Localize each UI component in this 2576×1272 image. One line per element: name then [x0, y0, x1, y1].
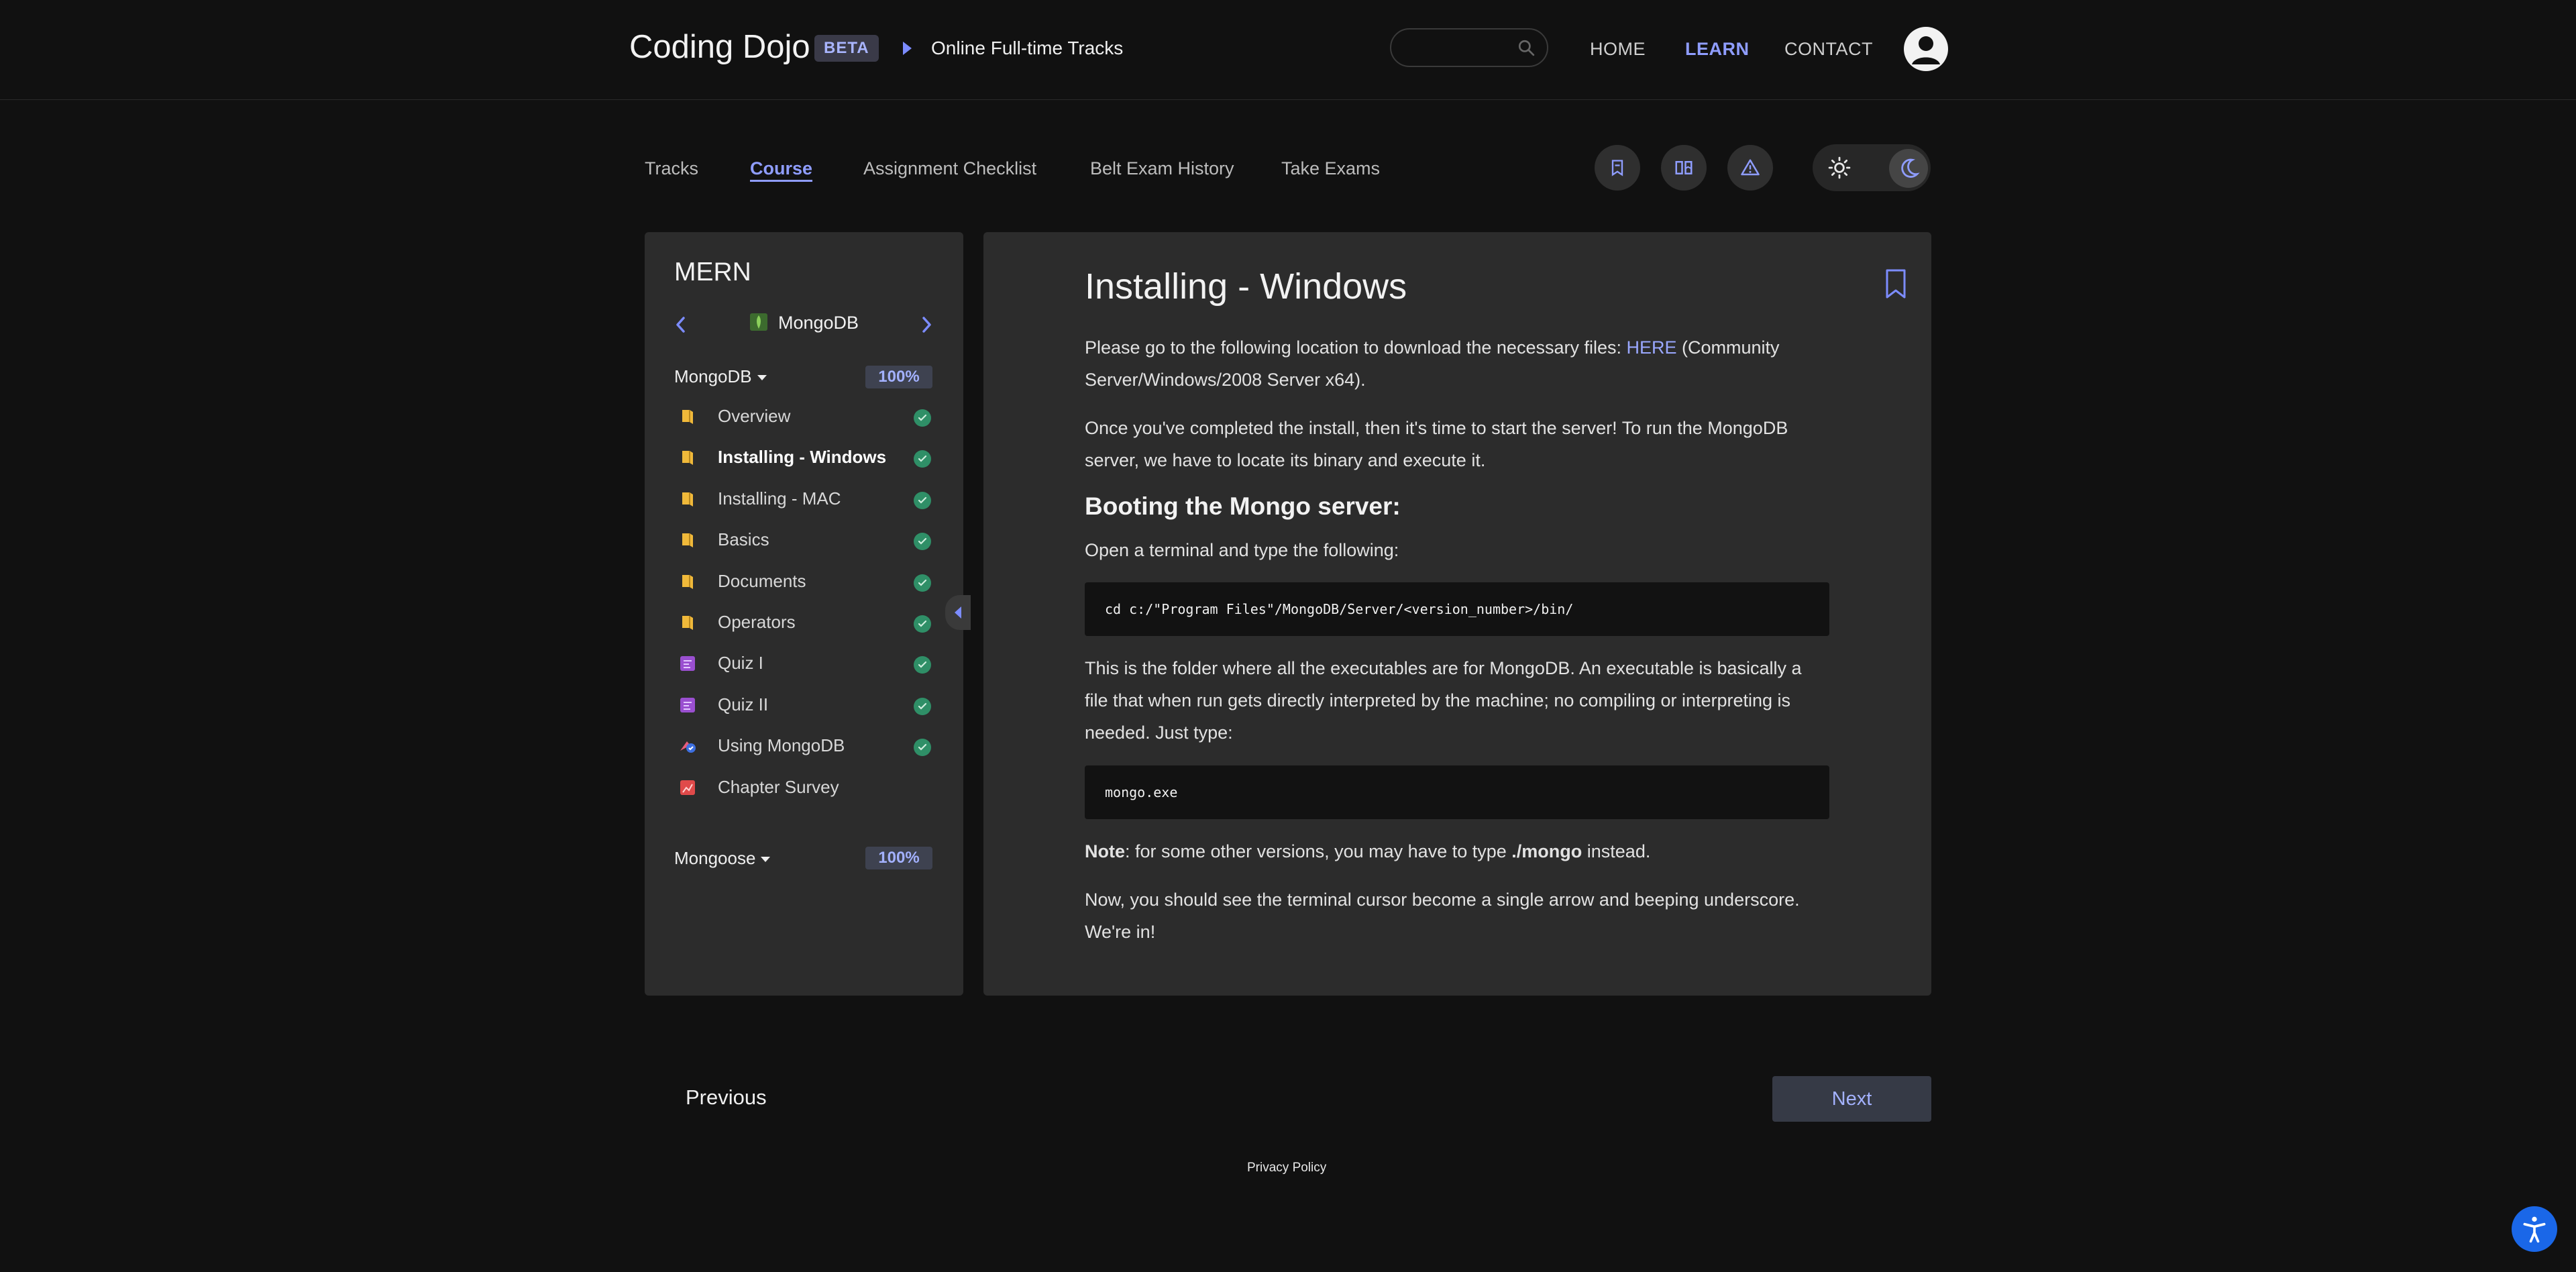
nav-home[interactable]: HOME [1590, 39, 1646, 60]
lesson-item[interactable]: Basics [675, 528, 936, 555]
download-link[interactable]: HERE [1627, 337, 1677, 358]
lesson-label: Documents [718, 570, 806, 591]
beta-badge: BETA [814, 35, 879, 62]
lesson-item[interactable]: Quiz II [675, 693, 936, 720]
collapse-left-icon [955, 606, 961, 619]
accessibility-button[interactable] [2512, 1206, 2557, 1252]
quiz-icon [679, 696, 696, 714]
user-icon [1912, 36, 1940, 64]
nav-learn[interactable]: LEARN [1685, 39, 1750, 60]
bookmark-icon [1611, 160, 1623, 176]
accessibility-icon [2523, 1216, 2546, 1243]
lesson-label: Installing - Windows [718, 447, 887, 468]
book-icon [679, 614, 696, 631]
previous-button[interactable]: Previous [686, 1085, 767, 1110]
section-progress-badge: 100% [865, 847, 932, 869]
privacy-policy-link[interactable]: Privacy Policy [1247, 1161, 1326, 1175]
section-progress-badge: 100% [865, 366, 932, 388]
paragraph-download: Please go to the following location to d… [1085, 337, 1780, 390]
tab-belt-exam-history[interactable]: Belt Exam History [1090, 158, 1234, 179]
book-icon [679, 490, 696, 508]
user-avatar[interactable] [1904, 27, 1948, 71]
lesson-item[interactable]: Using MongoDB [675, 734, 936, 761]
bookmark-lesson-icon[interactable] [1885, 268, 1907, 299]
lesson-item[interactable]: Quiz I [675, 651, 936, 678]
breadcrumb-arrow-icon [903, 42, 912, 55]
brand-logo[interactable]: Coding Dojo [629, 28, 810, 66]
completed-check-icon [914, 656, 931, 674]
completed-check-icon [914, 409, 931, 427]
completed-check-icon [914, 697, 931, 715]
paragraph-note: Note: for some other versions, you may h… [1085, 841, 1651, 861]
book-icon [679, 531, 696, 549]
dark-mode-button[interactable] [1889, 149, 1928, 188]
lesson-item[interactable]: Operators [675, 611, 936, 637]
lesson-item[interactable]: Overview [675, 405, 936, 431]
code-block-mongo: mongo.exe [1085, 765, 1829, 819]
completed-check-icon [914, 533, 931, 551]
previous-course-icon[interactable] [674, 315, 688, 334]
warning-icon [1741, 159, 1760, 176]
lesson-label: Chapter Survey [718, 776, 839, 797]
report-issue-button[interactable] [1727, 145, 1773, 191]
paragraph-conclusion: Now, you should see the terminal cursor … [1085, 890, 1800, 942]
lesson-label: Overview [718, 406, 791, 426]
reading-button[interactable] [1661, 145, 1707, 191]
paragraph-executables: This is the folder where all the executa… [1085, 658, 1802, 743]
bookmarks-button[interactable] [1595, 145, 1640, 191]
completed-check-icon [914, 574, 931, 592]
tab-course[interactable]: Course [750, 158, 812, 179]
tab-assignment-checklist[interactable]: Assignment Checklist [863, 158, 1036, 179]
lesson-title: Installing - Windows [1085, 266, 1407, 307]
next-button[interactable]: Next [1772, 1076, 1931, 1122]
lesson-item[interactable]: Documents [675, 570, 936, 596]
assignment-icon [679, 737, 696, 755]
completed-check-icon [914, 450, 931, 468]
code-block-cd: cd c:/"Program Files"/MongoDB/Server/<ve… [1085, 582, 1829, 636]
section-title: MongoDB [674, 366, 752, 386]
completed-check-icon [914, 615, 931, 633]
lesson-item[interactable]: Installing - Windows [675, 445, 936, 472]
lesson-label: Operators [718, 612, 796, 632]
lesson-label: Using MongoDB [718, 735, 845, 756]
moon-icon [1901, 158, 1920, 178]
track-title: MERN [674, 258, 751, 286]
section-heading: Booting the Mongo server: [1085, 492, 1401, 520]
lesson-label: Quiz I [718, 653, 763, 674]
top-header [0, 0, 2576, 100]
lesson-label: Basics [718, 529, 769, 550]
lesson-label: Quiz II [718, 694, 769, 714]
breadcrumb-link[interactable]: Online Full-time Tracks [931, 38, 1123, 59]
book-icon [679, 449, 696, 466]
sun-icon [1828, 156, 1851, 179]
tab-take-exams[interactable]: Take Exams [1281, 158, 1380, 179]
completed-check-icon [914, 739, 931, 757]
completed-check-icon [914, 491, 931, 509]
paragraph-open-terminal: Open a terminal and type the following: [1085, 540, 1399, 560]
paragraph-install: Once you've completed the install, then … [1085, 418, 1788, 470]
lesson-label: Installing - MAC [718, 488, 841, 509]
next-course-icon[interactable] [919, 315, 934, 334]
tab-tracks[interactable]: Tracks [645, 158, 698, 179]
section-title: Mongoose [674, 848, 756, 868]
search-input[interactable] [1390, 28, 1548, 67]
section-mongodb-toggle[interactable]: MongoDB [674, 366, 767, 387]
section-mongoose-toggle[interactable]: Mongoose [674, 848, 771, 869]
book-icon [679, 573, 696, 590]
book-icon [679, 408, 696, 425]
mongodb-icon [750, 313, 767, 331]
caret-down-icon [757, 375, 767, 381]
search-icon [1518, 40, 1535, 56]
survey-icon [679, 779, 696, 796]
lesson-item[interactable]: Chapter Survey [675, 776, 936, 802]
lesson-item[interactable]: Installing - MAC [675, 487, 936, 514]
collapse-sidebar-button[interactable] [945, 595, 971, 630]
current-course: MongoDB [778, 313, 859, 333]
caret-down-icon [761, 857, 771, 863]
book-open-icon [1675, 161, 1693, 174]
nav-contact[interactable]: CONTACT [1784, 39, 1873, 60]
light-mode-button[interactable] [1823, 152, 1856, 184]
quiz-icon [679, 655, 696, 672]
